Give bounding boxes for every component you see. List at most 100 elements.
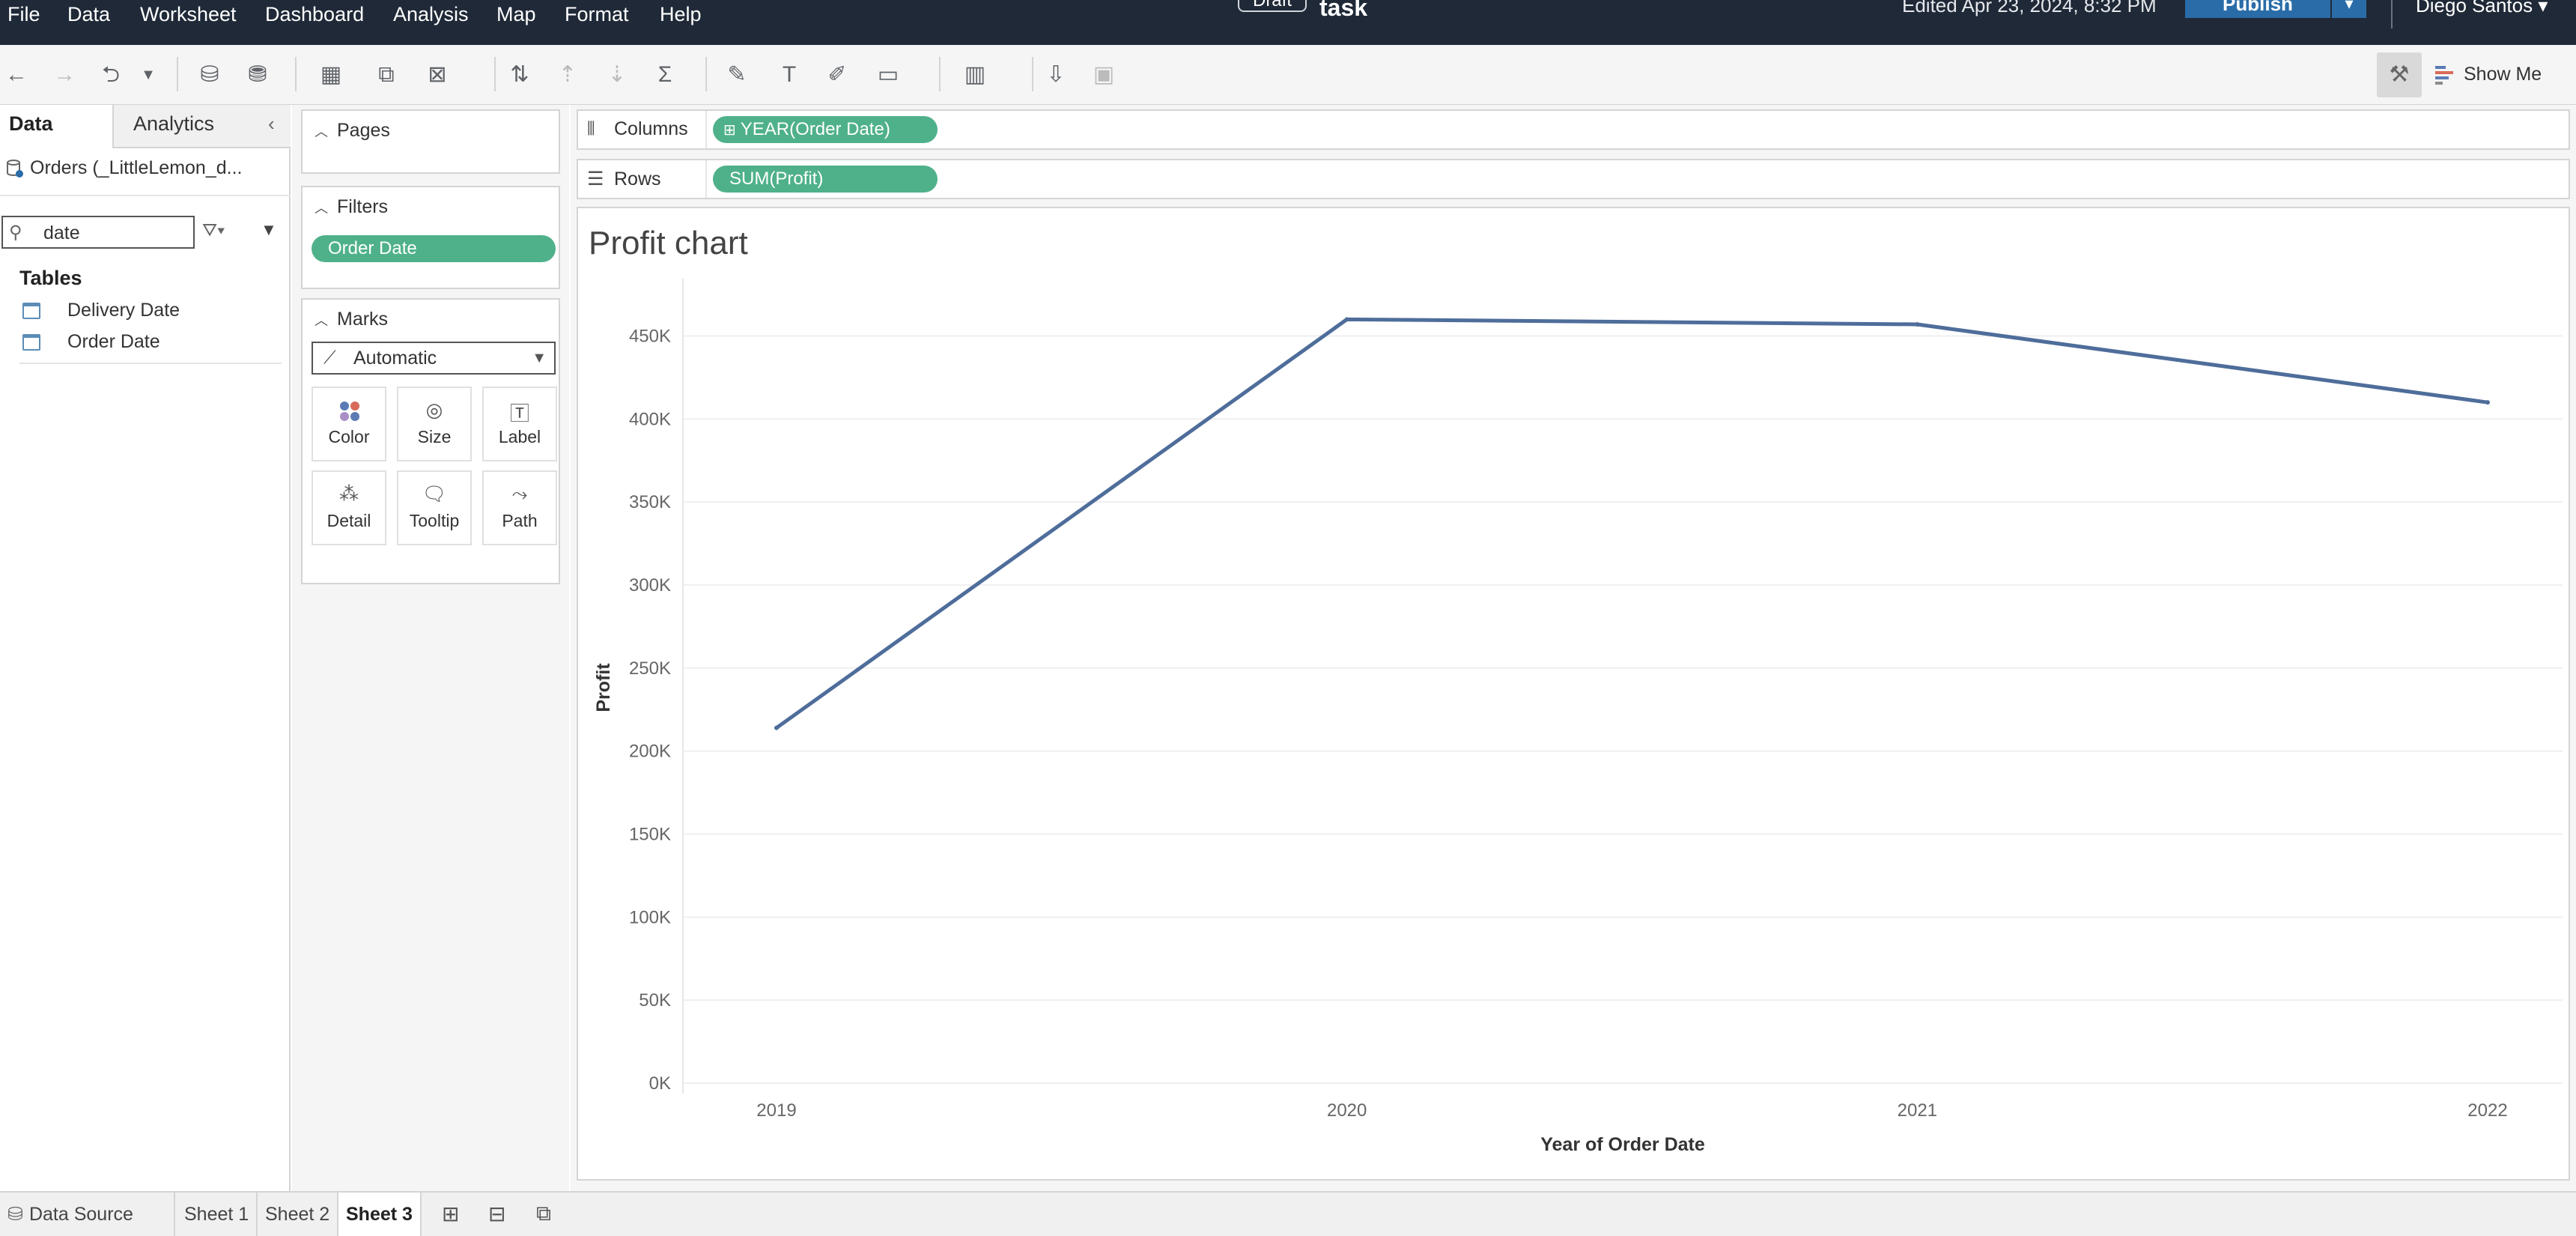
pages-card[interactable]: ︿ Pages — [301, 109, 560, 174]
divider — [705, 111, 707, 148]
format-workbook-icon[interactable]: ✐ — [821, 60, 854, 90]
redo-icon[interactable]: → — [48, 60, 81, 90]
data-point[interactable] — [774, 725, 779, 730]
viz-canvas[interactable]: Profit chart 0K 50K 100K 150K 200K 250K 300K 35… — [577, 207, 2570, 1181]
new-worksheet-icon[interactable]: ▦ — [315, 60, 347, 90]
mark-type-select[interactable]: ⟋ Automatic ▼ — [312, 342, 556, 375]
publish-button[interactable]: Publish — [2185, 0, 2330, 18]
chevron-up-icon: ︿ — [315, 313, 328, 328]
data-point[interactable] — [1344, 317, 1349, 322]
divider — [0, 195, 291, 196]
replay-dropdown-icon[interactable]: ▼ — [132, 60, 165, 90]
data-source-tab[interactable]: ⛁ Data Source — [0, 1193, 175, 1236]
color-button[interactable]: Color — [312, 387, 386, 461]
show-me-button[interactable]: Show Me — [2434, 64, 2542, 91]
user-name: Diego Santos — [2416, 0, 2533, 16]
mark-type-value: Automatic — [353, 348, 437, 369]
more-options-icon[interactable]: ▼ — [261, 220, 277, 240]
datasource-item[interactable]: Orders (_LittleLemon_d... — [6, 157, 242, 179]
size-button[interactable]: ◎ Size — [397, 387, 472, 461]
field-order-date[interactable]: Order Date — [22, 331, 160, 358]
new-worksheet-icon[interactable]: ⊞ — [442, 1202, 459, 1226]
download-icon[interactable]: ⇩ — [1039, 60, 1072, 90]
rows-label-text: Rows — [614, 169, 661, 190]
undo-icon[interactable]: ← — [0, 60, 33, 90]
highlight-icon[interactable]: ✎ — [720, 60, 753, 90]
field-delivery-date[interactable]: Delivery Date — [22, 300, 180, 327]
totals-icon[interactable]: Σ — [648, 60, 681, 90]
toolbar-separator — [705, 57, 707, 91]
marks-card: ︿ Marks ⟋ Automatic ▼ Color ◎ Size 🅃 Labe… — [301, 298, 560, 584]
clear-sheet-icon[interactable]: ⊠ — [421, 60, 454, 90]
filters-header[interactable]: ︿ Filters — [315, 196, 388, 218]
field-search: ⚲ — [1, 216, 195, 249]
x-axis-title[interactable]: Year of Order Date — [1540, 1134, 1705, 1155]
data-pane: Data Analytics ‹ Orders (_LittleLemon_d.… — [0, 105, 291, 1191]
data-point[interactable] — [1915, 321, 1920, 327]
pause-updates-icon[interactable]: ⛃ — [241, 60, 274, 90]
data-point[interactable] — [2485, 400, 2490, 405]
x-tick-label: 2020 — [1327, 1100, 1367, 1121]
y-tick-label: 350K — [629, 492, 671, 512]
sort-descending-icon[interactable]: ⇣ — [601, 60, 634, 90]
profit-series-line[interactable] — [775, 317, 2488, 730]
presentation-mode-icon[interactable]: ▣ — [1087, 60, 1120, 90]
columns-shelf[interactable]: ⫴ Columns ⊞ YEAR(Order Date) — [577, 109, 2570, 150]
size-icon: ◎ — [425, 399, 443, 421]
filter-icon[interactable]: ⛛▾ — [202, 220, 225, 241]
workbook-title[interactable]: task — [1319, 0, 1367, 22]
detail-button[interactable]: ⁂ Detail — [312, 470, 386, 545]
menu-data[interactable]: Data — [67, 3, 110, 26]
swap-rows-columns-icon[interactable]: ⇅ — [503, 60, 536, 90]
marks-label: Marks — [337, 309, 389, 330]
y-tick-label: 100K — [629, 907, 671, 927]
replay-icon[interactable]: ⮌ — [94, 60, 127, 90]
menu-worksheet[interactable]: Worksheet — [140, 3, 237, 26]
sheet-tab-3[interactable]: Sheet 3 — [338, 1193, 422, 1236]
label-button[interactable]: 🅃 Label — [482, 387, 557, 461]
tables-heading: Tables — [19, 267, 82, 289]
filter-pill-order-date[interactable]: Order Date — [312, 235, 556, 262]
tooltip-button[interactable]: 🗨 Tooltip — [397, 470, 472, 545]
sort-ascending-icon[interactable]: ⇡ — [551, 60, 584, 90]
search-input[interactable] — [43, 222, 186, 244]
duplicate-sheet-icon[interactable]: ⧉ — [370, 60, 403, 90]
show-mark-labels-icon[interactable]: T — [773, 60, 806, 90]
marks-header[interactable]: ︿ Marks — [315, 309, 388, 330]
format-painter-icon[interactable]: ⚒ — [2377, 52, 2422, 97]
columns-pill-year-order-date[interactable]: ⊞ YEAR(Order Date) — [713, 116, 938, 143]
menu-file[interactable]: File — [7, 3, 40, 26]
tab-analytics[interactable]: Analytics ‹ — [112, 105, 291, 148]
rows-pill-sum-profit[interactable]: SUM(Profit) — [713, 166, 938, 193]
sheet-tab-2[interactable]: Sheet 2 — [258, 1193, 339, 1236]
filters-card[interactable]: ︿ Filters Order Date — [301, 186, 560, 289]
y-tick-label: 200K — [629, 742, 671, 762]
collapse-pane-icon[interactable]: ‹ — [268, 112, 275, 136]
fit-view-icon[interactable]: ▭ — [872, 60, 905, 90]
menu-map[interactable]: Map — [496, 3, 536, 26]
tab-data[interactable]: Data — [9, 112, 53, 136]
detail-label: Detail — [326, 511, 371, 530]
menu-help[interactable]: Help — [660, 3, 702, 26]
menu-format[interactable]: Format — [565, 3, 629, 26]
tooltip-icon: 🗨 — [422, 482, 447, 505]
menu-dashboard[interactable]: Dashboard — [265, 3, 364, 26]
new-story-icon[interactable]: ⧉ — [536, 1202, 551, 1226]
sheet-tab-1[interactable]: Sheet 1 — [177, 1193, 258, 1236]
y-tick-label: 150K — [629, 825, 671, 845]
path-button[interactable]: ⤳ Path — [482, 470, 557, 545]
new-datasource-icon[interactable]: ⛁ — [193, 60, 226, 90]
label-label: Label — [498, 427, 541, 446]
topbar-divider — [2391, 0, 2393, 28]
columns-label-text: Columns — [614, 118, 688, 139]
menu-analysis[interactable]: Analysis — [393, 3, 469, 26]
new-dashboard-icon[interactable]: ⊟ — [488, 1202, 505, 1226]
user-menu[interactable]: Diego Santos ▾ — [2416, 0, 2548, 17]
publish-options-button[interactable]: ▾ — [2332, 0, 2366, 18]
toolbar-separator — [939, 57, 941, 91]
rows-shelf[interactable]: ☰ Rows SUM(Profit) — [577, 159, 2570, 199]
pages-header[interactable]: ︿ Pages — [315, 120, 390, 142]
y-tick-label: 450K — [629, 327, 671, 347]
show-hide-cards-icon[interactable]: ▥ — [959, 60, 991, 90]
y-axis-title[interactable]: Profit — [593, 663, 614, 712]
